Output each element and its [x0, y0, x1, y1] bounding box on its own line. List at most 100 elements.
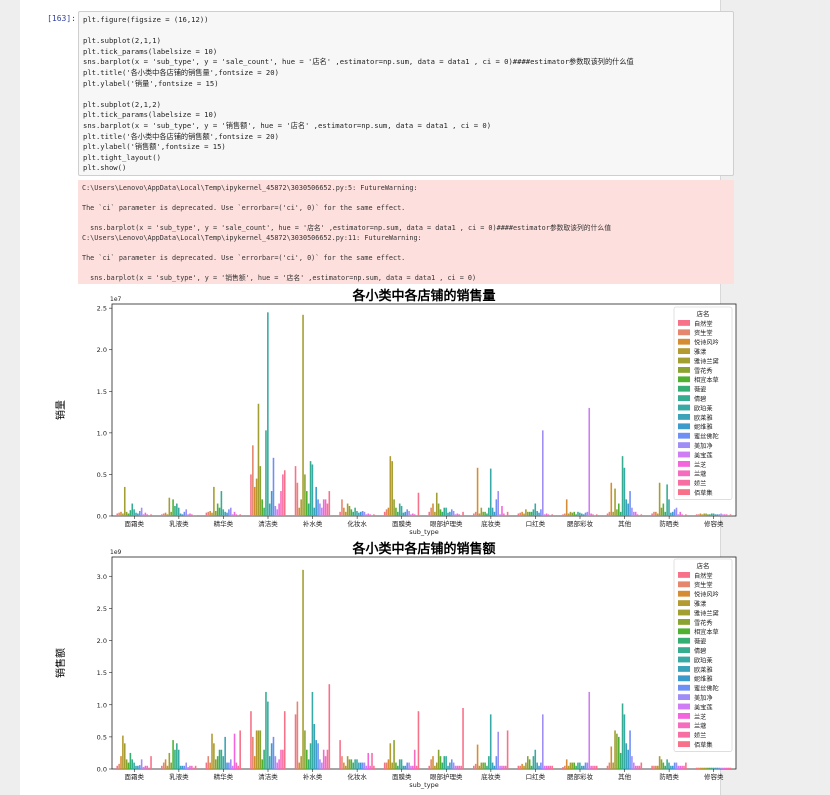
bar — [127, 762, 130, 769]
bar — [439, 509, 442, 516]
bar — [343, 507, 345, 516]
legend-item: 妮维雅 — [694, 423, 713, 431]
bar — [683, 515, 685, 516]
legend-item: 兰芝 — [694, 713, 706, 721]
stderr-line: sns.barplot(x = 'sub_type', y = '销售额', h… — [82, 274, 477, 282]
bar — [714, 514, 717, 516]
bar — [608, 511, 611, 516]
bar — [192, 515, 195, 516]
bar — [387, 759, 390, 769]
bar — [447, 765, 449, 769]
bar — [406, 509, 408, 516]
bar — [343, 762, 345, 769]
x-tick-label: 其他 — [618, 772, 632, 781]
bar — [435, 492, 438, 516]
bar — [383, 511, 386, 516]
legend-item: 美加净 — [694, 442, 713, 450]
plot-frame — [111, 303, 737, 517]
bar — [371, 515, 373, 516]
x-axis-label: sub_type — [409, 528, 438, 536]
bar — [294, 466, 297, 516]
bar — [410, 514, 412, 516]
legend-item: 悦诗风吟 — [694, 339, 719, 347]
legend-item: 倩碧 — [694, 395, 706, 403]
stderr-line: C:\Users\Lenovo\AppData\Local\Temp\ipyke… — [82, 234, 422, 242]
bar — [322, 499, 325, 516]
bar — [542, 430, 544, 516]
notebook-page: [163]: plt.figure(figsize = (16,12)) plt.… — [20, 0, 737, 795]
bar — [480, 762, 483, 769]
bar — [261, 499, 264, 516]
bar — [633, 762, 635, 769]
legend-swatch — [678, 694, 690, 701]
bar — [582, 765, 585, 769]
bar — [328, 684, 331, 769]
bar — [116, 765, 119, 769]
bar — [207, 511, 210, 516]
code-cell-editor[interactable]: plt.figure(figsize = (16,12)) plt.subplot… — [78, 11, 734, 176]
bar — [214, 759, 217, 769]
bar — [142, 767, 145, 769]
legend-swatch — [678, 572, 690, 578]
bar — [503, 765, 505, 769]
bar — [722, 767, 724, 769]
bar — [389, 456, 392, 516]
bar — [177, 749, 180, 769]
bar — [280, 491, 282, 516]
bar — [707, 514, 709, 516]
bar — [350, 509, 353, 516]
bar — [309, 743, 312, 769]
bar — [415, 515, 418, 516]
bar — [268, 503, 271, 516]
bar — [703, 513, 705, 516]
bar — [359, 511, 362, 516]
bar — [653, 765, 655, 769]
bar — [474, 763, 477, 769]
chart-title: 各小类中各店铺的销售量 — [351, 288, 495, 304]
bar — [131, 759, 134, 769]
bar — [709, 767, 711, 769]
code-line: plt.tick_params(labelsize = 10) — [83, 46, 218, 56]
bar — [373, 765, 375, 769]
legend-item: 雪花秀 — [694, 619, 713, 627]
bar — [712, 513, 715, 516]
bar — [590, 513, 592, 516]
bar — [224, 736, 226, 769]
bar — [122, 513, 124, 516]
bar — [179, 513, 182, 516]
bar — [270, 491, 273, 516]
bar — [449, 762, 451, 769]
bar — [298, 507, 301, 516]
bar — [619, 511, 622, 516]
legend-swatch — [678, 479, 690, 486]
bar — [404, 511, 407, 516]
bar — [579, 762, 581, 769]
bar — [441, 762, 444, 769]
bar — [255, 478, 258, 516]
bar — [681, 765, 683, 769]
bar — [707, 767, 709, 769]
x-tick-label: 乳液类 — [169, 772, 189, 781]
bar — [413, 514, 416, 516]
bar — [543, 765, 546, 769]
bar — [452, 762, 455, 769]
bar — [118, 763, 120, 769]
bar — [391, 762, 393, 769]
bar — [538, 765, 540, 769]
bar — [231, 514, 234, 516]
bar — [725, 514, 728, 516]
legend-swatch — [678, 675, 690, 682]
bar — [608, 762, 611, 769]
bar — [402, 765, 405, 769]
legend-swatch — [678, 609, 690, 616]
bar — [718, 767, 720, 769]
bar — [120, 511, 122, 516]
bar — [228, 509, 230, 516]
bar — [564, 765, 566, 769]
bar — [658, 482, 661, 516]
bar — [389, 743, 392, 769]
bar — [367, 513, 370, 516]
bar — [415, 765, 418, 769]
bar — [168, 497, 171, 516]
legend-item: 倩碧 — [694, 647, 706, 655]
